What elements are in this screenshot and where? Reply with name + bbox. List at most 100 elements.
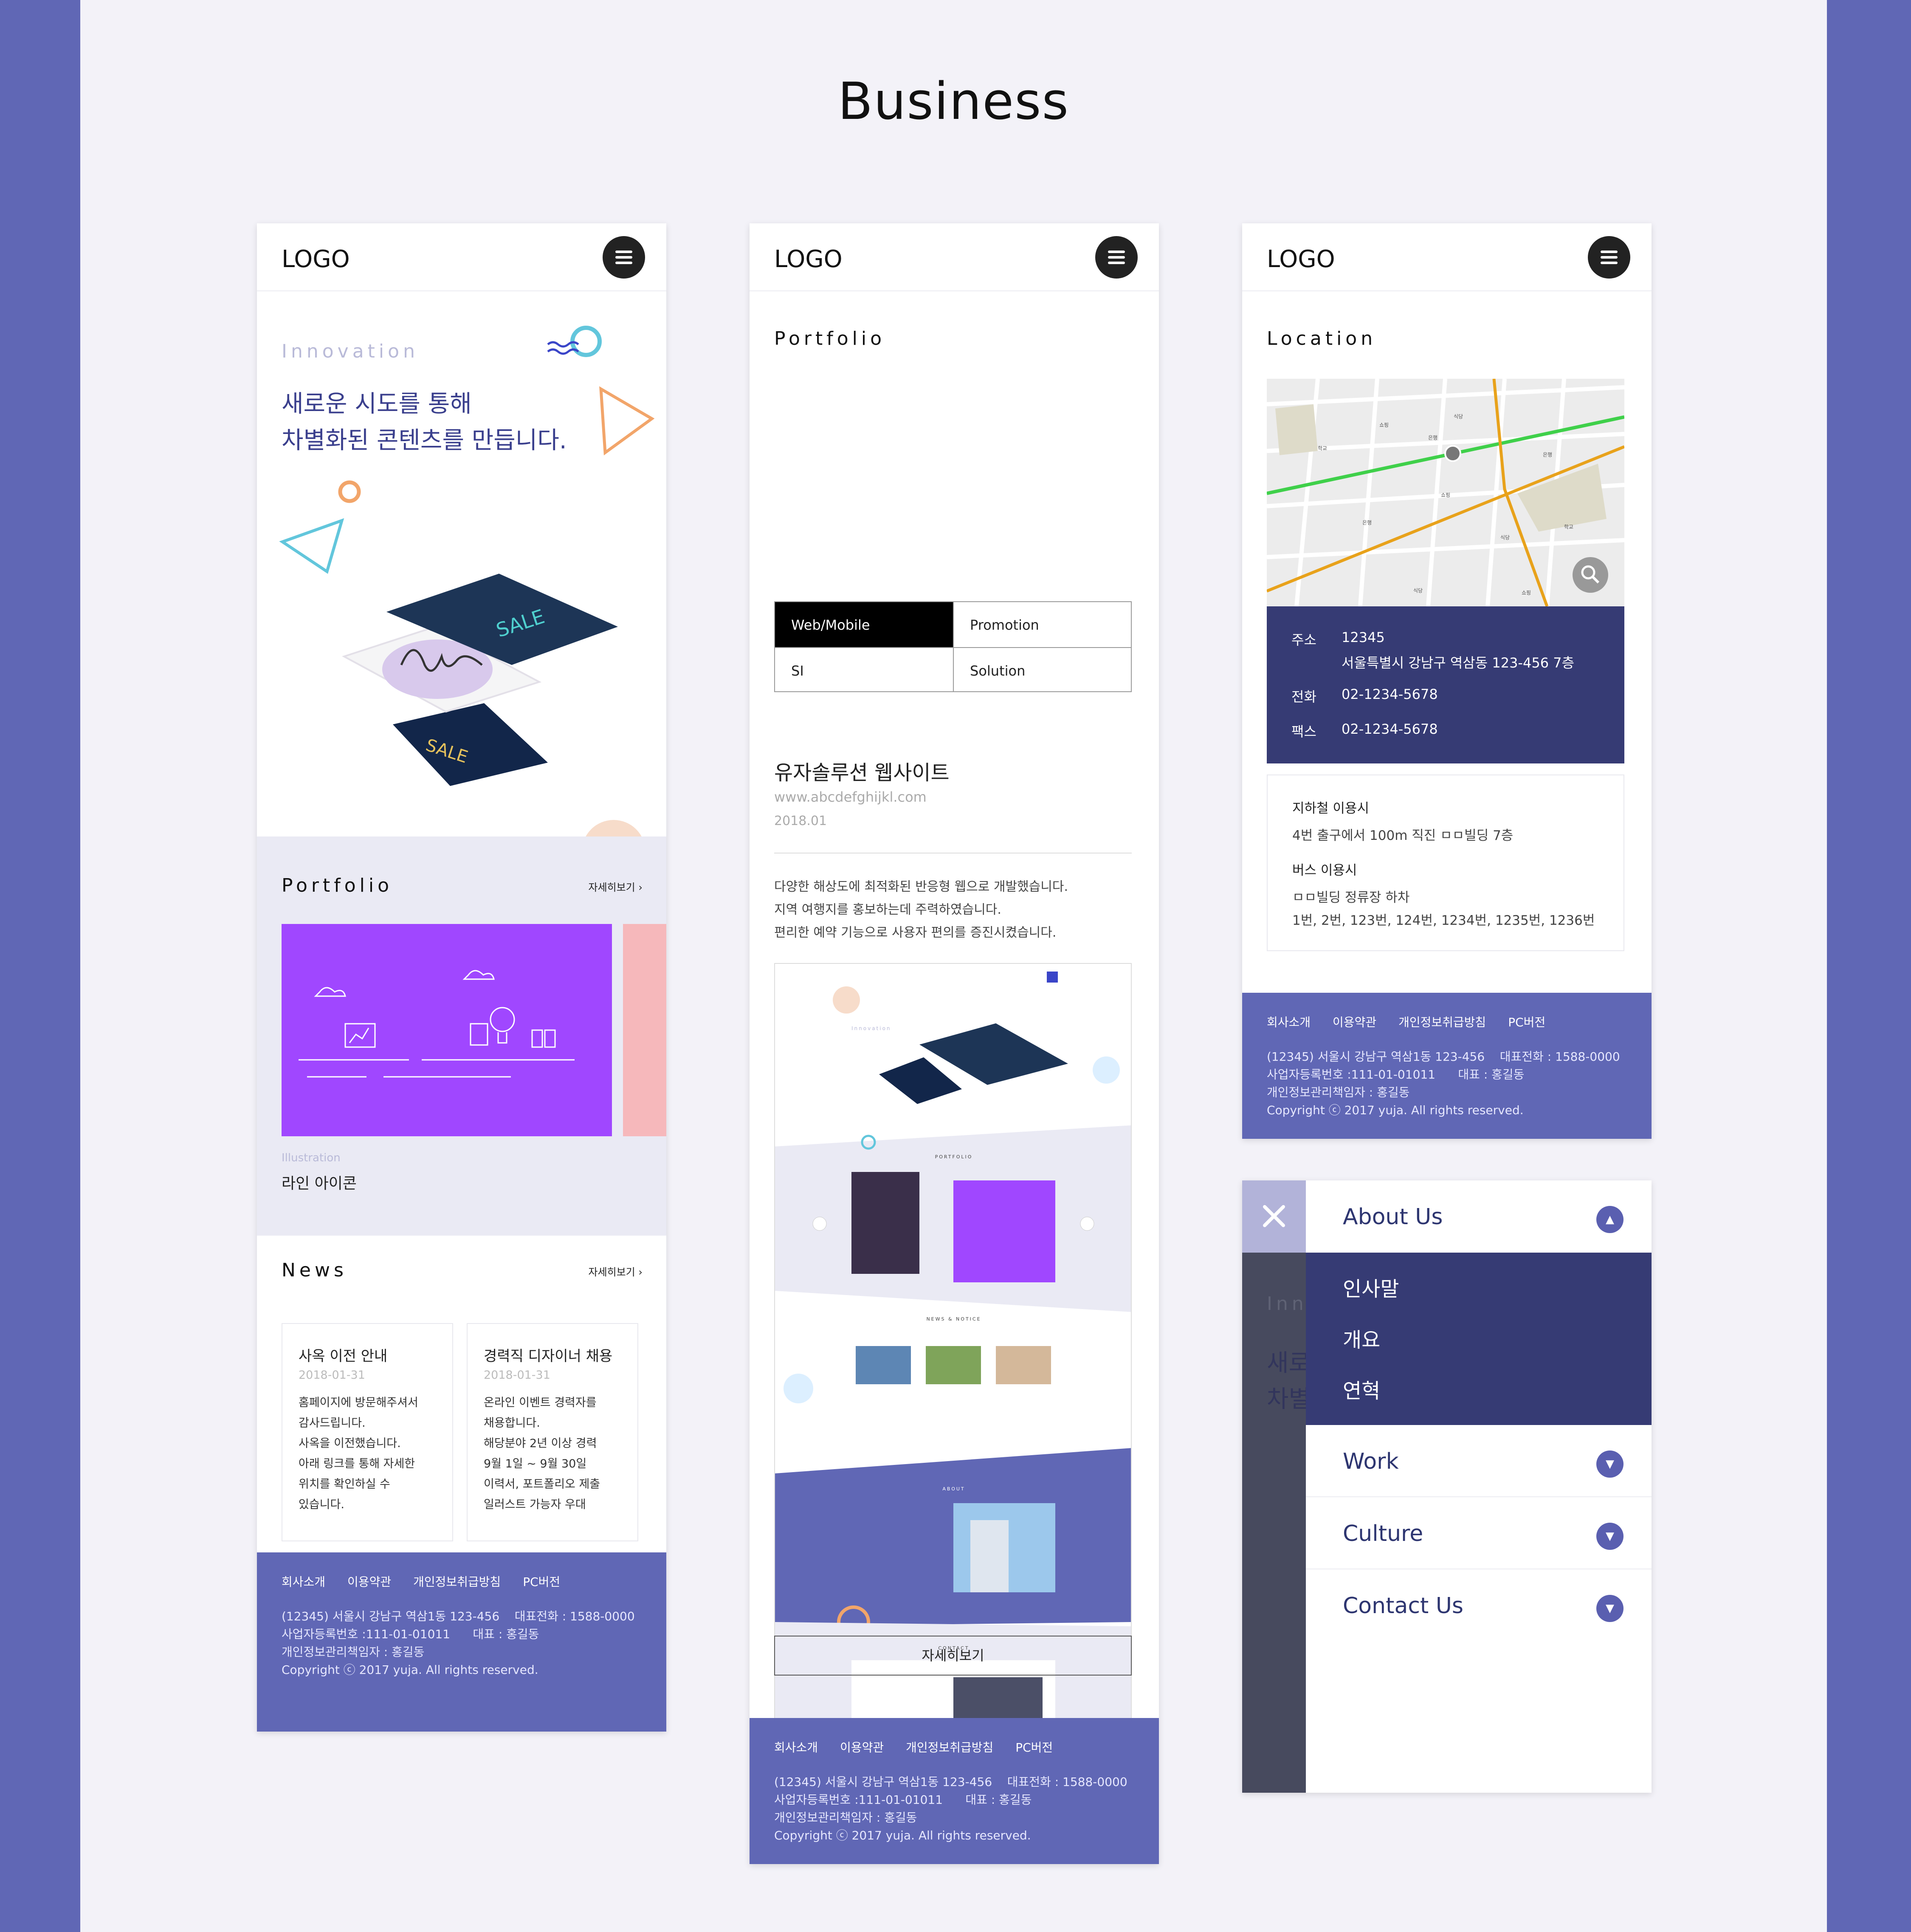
fax-value: 02-1234-5678 [1342, 721, 1438, 737]
map-poi-label: 식당 [1500, 535, 1510, 541]
chevron-down-icon[interactable]: ▼ [1596, 1523, 1624, 1550]
map-poi-label: 은행 [1428, 435, 1438, 441]
portfolio-thumbnail-next[interactable] [623, 924, 666, 1136]
nav-menu-screen: Inn 새로 차별 About Us ▲ 인사말 개요 연혁 Work ▼ Cu… [1242, 1180, 1652, 1793]
chevron-down-icon[interactable]: ▼ [1596, 1595, 1624, 1622]
news-card[interactable]: 사옥 이전 안내 2018-01-31 홈페이지에 방문해주셔서 감사드립니다. 사… [282, 1323, 453, 1541]
map-poi-label: 쇼핑 [1379, 422, 1389, 428]
header: LOGO [750, 223, 1159, 291]
map-poi-label: 은행 [1543, 452, 1553, 458]
subway-desc: 4번 출구에서 100m 직진 ㅁㅁ빌딩 7층 [1292, 828, 1514, 843]
footer-links: 회사소개 이용약관 개인정보취급방침 PC버전 [282, 1573, 582, 1590]
header: LOGO [257, 223, 666, 291]
footer-links: 회사소개 이용약관 개인정보취급방침 PC버전 [1267, 1013, 1567, 1030]
line-icon-illustration [299, 970, 575, 1078]
about-submenu: 인사말 개요 연혁 [1306, 1253, 1652, 1425]
logo[interactable]: LOGO [282, 245, 350, 273]
page-peek: Inn 새로 차별 [1242, 1180, 1306, 1793]
map-poi-label: 식당 [1454, 414, 1463, 420]
chevron-up-icon[interactable]: ▲ [1596, 1206, 1624, 1233]
footer-link[interactable]: PC버전 [1508, 1015, 1545, 1029]
tab-promotion[interactable]: Promotion [953, 602, 1131, 647]
chevron-down-icon[interactable]: ▼ [1596, 1450, 1624, 1478]
footer-info: (12345) 서울시 강남구 역삼1동 123-456 대표전화 : 1588… [282, 1609, 635, 1677]
footer-link[interactable]: 이용약관 [840, 1740, 884, 1755]
portfolio-title: Portfolio [282, 875, 393, 896]
tab-web-mobile[interactable]: Web/Mobile [775, 602, 953, 647]
preview-section-label: PORTFOLIO [935, 1154, 973, 1160]
footer: 회사소개 이용약관 개인정보취급방침 PC버전 (12345) 서울시 강남구 역삼1… [1242, 993, 1652, 1139]
close-icon[interactable] [1242, 1180, 1306, 1253]
portfolio-thumbnail[interactable] [282, 924, 612, 1136]
logo[interactable]: LOGO [774, 245, 843, 273]
footer-info: (12345) 서울시 강남구 역삼1동 123-456 대표전화 : 1588… [1267, 1050, 1620, 1117]
bus-desc: ㅁㅁ빌딩 정류장 하차 [1292, 890, 1410, 905]
portfolio-more-link[interactable]: 자세히보기 › [588, 879, 643, 894]
news-card-body: 홈페이지에 방문해주셔서 감사드립니다. 사옥을 이전했습니다. 아래 링크를 통해 … [299, 1396, 418, 1511]
news-more-link[interactable]: 자세히보기 › [588, 1264, 643, 1279]
more-button[interactable]: 자세히보기 [774, 1636, 1132, 1676]
footer-link[interactable]: 개인정보취급방침 [413, 1575, 501, 1589]
close-button[interactable] [1242, 1180, 1306, 1253]
phone-label: 전화 [1291, 689, 1316, 705]
project-description: 다양한 해상도에 최적화된 반응형 웹으로 개발했습니다. 지역 여행지를 홍보하… [774, 879, 1068, 940]
page-title: Business [837, 72, 1070, 131]
footer-link[interactable]: 이용약관 [347, 1575, 391, 1589]
map[interactable]: 쇼핑 식당 은행 학교 쇼핑 은행 식당 은행 학교 식당 쇼핑 [1267, 379, 1624, 606]
nav-item-work[interactable]: Work ▼ [1306, 1425, 1652, 1497]
nav-item-culture[interactable]: Culture ▼ [1306, 1497, 1652, 1569]
bus-lines: 1번, 2번, 123번, 124번, 1234번, 1235번, 1236번 [1292, 913, 1595, 928]
footer-link[interactable]: 개인정보취급방침 [906, 1740, 993, 1755]
fax-label: 팩스 [1291, 724, 1316, 740]
submenu-item-overview[interactable]: 개요 [1343, 1323, 1380, 1353]
directions-box: 지하철 이용시 4번 출구에서 100m 직진 ㅁㅁ빌딩 7층 버스 이용시 ㅁ… [1267, 774, 1624, 951]
tab-si[interactable]: SI [775, 647, 953, 692]
submenu-item-greeting[interactable]: 인사말 [1343, 1272, 1399, 1302]
address-value: 서울특별시 강남구 역삼동 123-456 7층 [1342, 655, 1575, 671]
home-screen: LOGO Innovation 새로운 시도를 통해 차별화된 콘텐츠를 만듭니… [257, 223, 666, 1732]
map-poi-label: 은행 [1362, 520, 1372, 526]
nav-item-label: About Us [1343, 1204, 1443, 1230]
footer-link[interactable]: 이용약관 [1333, 1015, 1376, 1029]
footer-link[interactable]: PC버전 [1015, 1740, 1053, 1755]
address-box: 주소 12345 서울특별시 강남구 역삼동 123-456 7층 전화 02-… [1267, 606, 1624, 763]
portfolio-screen: LOGO Portfolio Web/Mobile Promotion SI S… [750, 223, 1159, 1864]
hamburger-menu-icon[interactable] [1095, 236, 1138, 279]
peek-text: 새로 [1267, 1349, 1306, 1377]
tab-solution[interactable]: Solution [953, 647, 1131, 692]
logo[interactable]: LOGO [1267, 245, 1335, 273]
portfolio-item-category: Illustration [282, 1152, 341, 1164]
hamburger-menu-icon[interactable] [1588, 236, 1630, 279]
footer: 회사소개 이용약관 개인정보취급방침 PC버전 (12345) 서울시 강남구 역삼1… [257, 1552, 666, 1732]
map-poi-label: 쇼핑 [1522, 590, 1531, 596]
map-poi-label: 식당 [1413, 588, 1423, 594]
portfolio-section: Portfolio 자세히보기 › Illustration 라인 아이콘 [257, 836, 666, 1236]
preview-section-label: NEWS & NOTICE [926, 1316, 981, 1322]
nav-item-contact-us[interactable]: Contact Us ▼ [1306, 1569, 1652, 1642]
map-poi-label: 쇼핑 [1441, 492, 1451, 498]
portfolio-item-name: 라인 아이콘 [282, 1175, 357, 1192]
footer-link[interactable]: 개인정보취급방침 [1398, 1015, 1486, 1029]
footer-link[interactable]: 회사소개 [774, 1740, 818, 1755]
footer-link[interactable]: 회사소개 [282, 1575, 325, 1589]
project-date: 2018.01 [774, 814, 827, 828]
location-title: Location [1267, 328, 1377, 349]
footer: 회사소개 이용약관 개인정보취급방침 PC버전 (12345) 서울시 강남구 역삼1… [750, 1718, 1159, 1864]
nav-item-label: Contact Us [1343, 1593, 1463, 1619]
hamburger-menu-icon[interactable] [603, 236, 645, 279]
category-tabs: Web/Mobile Promotion SI Solution [774, 601, 1132, 692]
project-title: 유자솔루션 웹사이트 [774, 761, 950, 785]
news-card-date: 2018-01-31 [484, 1369, 550, 1382]
nav-item-label: Work [1343, 1449, 1399, 1474]
nav-item-about-us[interactable]: About Us ▲ [1306, 1180, 1652, 1253]
phone-value[interactable]: 02-1234-5678 [1342, 686, 1438, 702]
footer-link[interactable]: PC버전 [523, 1575, 560, 1589]
footer-info: (12345) 서울시 강남구 역삼1동 123-456 대표전화 : 1588… [774, 1775, 1127, 1842]
peek-text: 차별 [1267, 1386, 1306, 1413]
submenu-item-history[interactable]: 연혁 [1343, 1374, 1380, 1404]
preview-hero-label: Innovation [851, 1025, 891, 1031]
news-card[interactable]: 경력직 디자이너 채용 2018-01-31 온라인 이벤트 경력자를 채용합니다… [467, 1323, 638, 1541]
footer-link[interactable]: 회사소개 [1267, 1015, 1311, 1029]
portfolio-title: Portfolio [774, 328, 886, 349]
project-url[interactable]: www.abcdefghijkl.com [774, 789, 927, 805]
